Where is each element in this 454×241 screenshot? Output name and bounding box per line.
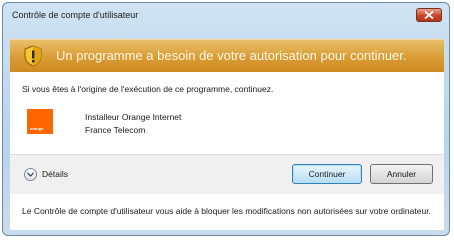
program-publisher: France Telecom bbox=[85, 125, 146, 135]
uac-dialog: Contrôle de compte d'utilisateur Un prog… bbox=[2, 2, 450, 236]
title-bar[interactable]: Contrôle de compte d'utilisateur bbox=[3, 3, 449, 27]
action-bar: Détails Continuer Annuler bbox=[10, 154, 444, 194]
intro-text: Si vous êtes à l'origine de l'exécution … bbox=[22, 84, 274, 94]
close-icon bbox=[424, 11, 434, 19]
footer-info-text: Le Contrôle de compte d'utilisateur vous… bbox=[22, 206, 431, 216]
window-title: Contrôle de compte d'utilisateur bbox=[12, 10, 139, 20]
close-button[interactable] bbox=[416, 8, 442, 22]
orange-logo: orange bbox=[27, 109, 53, 134]
shield-warning-icon bbox=[24, 45, 42, 67]
details-label[interactable]: Détails bbox=[42, 169, 68, 179]
program-name: Installeur Orange Internet bbox=[85, 112, 182, 122]
logo-text: orange bbox=[30, 126, 44, 131]
banner-message: Un programme a besoin de votre autorisat… bbox=[56, 48, 407, 63]
chevron-down-icon bbox=[27, 172, 34, 177]
details-toggle-button[interactable] bbox=[24, 168, 37, 181]
warning-banner: Un programme a besoin de votre autorisat… bbox=[10, 39, 444, 72]
cancel-button[interactable]: Annuler bbox=[370, 164, 433, 184]
dialog-content: Si vous êtes à l'origine de l'exécution … bbox=[10, 72, 444, 230]
continue-button[interactable]: Continuer bbox=[292, 164, 362, 184]
